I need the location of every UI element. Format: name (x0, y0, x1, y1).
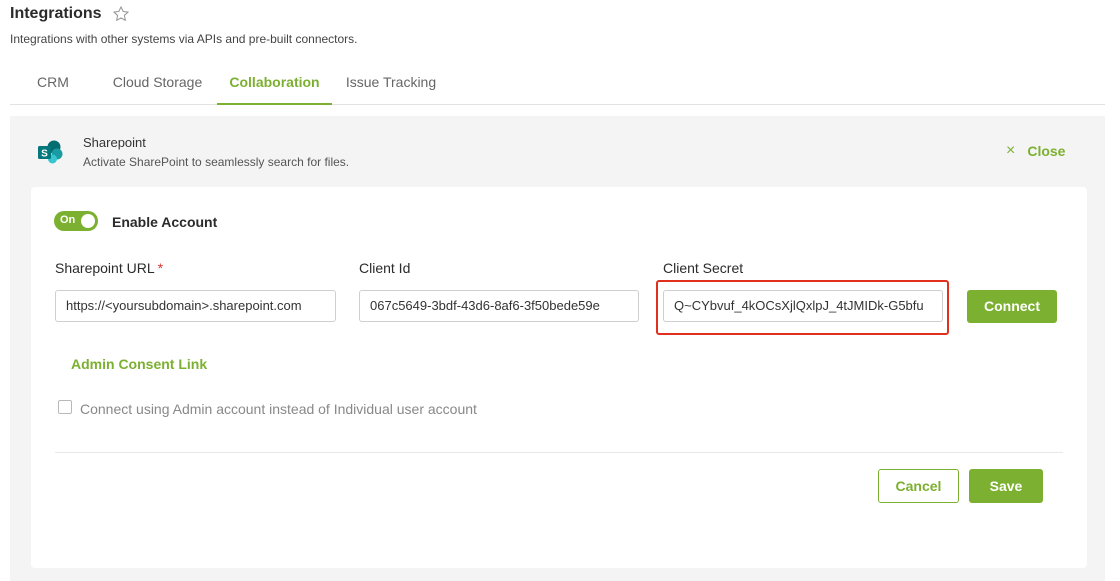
cancel-button[interactable]: Cancel (878, 469, 959, 503)
enable-account-label: Enable Account (112, 214, 218, 230)
admin-account-checkbox[interactable] (58, 400, 72, 414)
tab-crm[interactable]: CRM (28, 66, 78, 105)
toggle-knob (81, 214, 95, 228)
admin-account-checkbox-label[interactable]: Connect using Admin account instead of I… (80, 401, 477, 417)
close-label: Close (1027, 143, 1066, 159)
client-id-input[interactable]: 067c5649-3bdf-43d6-8af6-3f50bede59e (359, 290, 639, 322)
connect-button[interactable]: Connect (967, 290, 1057, 323)
sharepoint-url-label-text: Sharepoint URL (55, 260, 155, 276)
integration-name: Sharepoint (83, 135, 146, 150)
page-title: Integrations (10, 5, 130, 23)
enable-account-toggle[interactable]: On (54, 211, 98, 231)
toggle-state-label: On (60, 214, 76, 226)
page-subtitle: Integrations with other systems via APIs… (10, 32, 358, 46)
close-button[interactable]: × Close (1006, 142, 1065, 160)
svg-text:S: S (41, 149, 48, 160)
integration-description: Activate SharePoint to seamlessly search… (83, 155, 350, 169)
client-id-label: Client Id (359, 260, 411, 276)
page-title-text: Integrations (10, 5, 102, 22)
divider (55, 452, 1063, 453)
settings-card: On Enable Account Sharepoint URL * Client… (31, 187, 1087, 568)
tab-issue-tracking[interactable]: Issue Tracking (338, 66, 444, 105)
close-icon: × (1006, 142, 1016, 159)
save-button[interactable]: Save (969, 469, 1043, 503)
client-secret-label: Client Secret (663, 260, 744, 276)
tab-collaboration[interactable]: Collaboration (217, 66, 332, 105)
required-marker: * (157, 260, 164, 276)
sharepoint-logo-icon: S (38, 140, 63, 164)
client-secret-highlight (656, 280, 949, 335)
sharepoint-url-input[interactable]: https://<yoursubdomain>.sharepoint.com (55, 290, 336, 322)
sharepoint-url-label: Sharepoint URL * (55, 260, 163, 276)
integration-tabs: CRM Cloud Storage Collaboration Issue Tr… (10, 66, 1105, 105)
tab-cloud-storage[interactable]: Cloud Storage (104, 66, 211, 105)
sharepoint-panel: S Sharepoint Activate SharePoint to seam… (10, 116, 1105, 581)
admin-consent-link[interactable]: Admin Consent Link (71, 356, 207, 372)
star-icon[interactable] (112, 5, 130, 23)
